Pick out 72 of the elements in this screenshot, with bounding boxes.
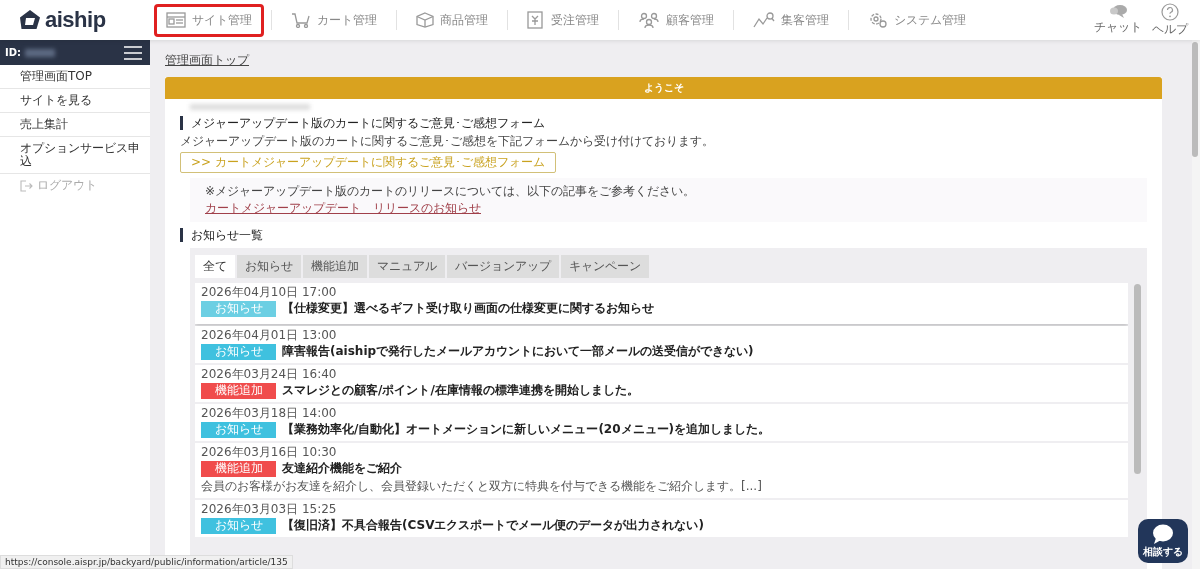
sidebar-item[interactable]: 管理画面TOP bbox=[0, 65, 150, 89]
help-button[interactable]: ヘルプ bbox=[1152, 2, 1188, 38]
cart-icon bbox=[291, 12, 311, 28]
category-tag: お知らせ bbox=[201, 517, 276, 534]
speech-bubble-icon bbox=[1152, 523, 1174, 544]
news-row[interactable]: 2026年03月24日 16:40 機能追加 スマレジとの顧客/ポイント/在庫情報の標準連携を開始しました。 bbox=[195, 365, 1128, 402]
release-article-link[interactable]: カートメジャーアップデート リリースのお知らせ bbox=[205, 200, 481, 217]
section-heading: メジャーアップデート版のカートに関するご意見･ご感想フォーム bbox=[180, 116, 1147, 130]
news-title: 【仕様変更】選べるギフト受け取り画面の仕様変更に関するお知らせ bbox=[282, 300, 654, 317]
nav-tab[interactable]: 顧客管理 bbox=[626, 3, 726, 37]
sidebar-item[interactable]: オプションサービス申込 bbox=[0, 137, 150, 174]
sidebar-item[interactable]: 売上集計 bbox=[0, 113, 150, 137]
consult-chat-button[interactable]: 相談する bbox=[1138, 519, 1188, 563]
description-text: メジャーアップデート版のカートに関するご意見･ご感想を下記フォームから受け付けております。 bbox=[180, 133, 715, 150]
breadcrumb-link[interactable]: 管理画面トップ bbox=[165, 52, 249, 69]
news-title: スマレジとの顧客/ポイント/在庫情報の標準連携を開始しました。 bbox=[282, 382, 639, 399]
nav-tab[interactable]: カート管理 bbox=[279, 3, 389, 37]
news-title: 友達紹介機能をご紹介 bbox=[282, 460, 402, 477]
news-row[interactable]: 2026年03月18日 14:00 お知らせ 【業務効率化/自動化】オートメーションに新しいメニュー(20メニュー)を追加しました。 bbox=[195, 404, 1128, 441]
line-chart-magnifier-icon bbox=[753, 11, 775, 29]
category-tab[interactable]: マニュアル bbox=[369, 255, 445, 278]
news-row[interactable]: 2026年03月16日 10:30 機能追加 友達紹介機能をご紹介 会員のお客様がお友達を紹介し、会員登録いただくと双方に特典を付与できる機能をご紹介します。[...] bbox=[195, 443, 1128, 498]
news-date: 2026年04月10日 17:00 bbox=[201, 285, 338, 299]
status-bar-url: https://console.aispr.jp/backyard/public/information/article/135 bbox=[0, 555, 293, 569]
box-icon bbox=[416, 12, 434, 28]
browser-window-icon bbox=[166, 12, 186, 28]
news-row[interactable]: 2026年04月01日 13:00 お知らせ 障害報告(aishipで発行したメールアカウントにおいて一部メールの送受信ができない) bbox=[195, 326, 1128, 363]
category-tag: お知らせ bbox=[201, 421, 276, 438]
people-icon bbox=[638, 11, 660, 29]
sidebar-item[interactable]: サイトを見る bbox=[0, 89, 150, 113]
button-label: 相談する bbox=[1143, 544, 1183, 559]
news-row[interactable]: 2026年04月10日 17:00 お知らせ 【仕様変更】選べるギフト受け取り画面の仕様変更に関するお知らせ bbox=[195, 283, 1128, 324]
category-tab[interactable]: キャンペーン bbox=[561, 255, 649, 278]
nav-tab[interactable]: サイト管理 bbox=[154, 3, 264, 37]
category-tag: お知らせ bbox=[201, 300, 276, 317]
news-date: 2026年04月01日 13:00 bbox=[201, 328, 338, 342]
exit-icon bbox=[20, 179, 33, 192]
news-date: 2026年03月18日 14:00 bbox=[201, 406, 338, 420]
category-tab[interactable]: 全て bbox=[195, 255, 235, 278]
news-date: 2026年03月16日 10:30 bbox=[201, 445, 338, 459]
pentagon-logo-icon bbox=[18, 8, 42, 32]
nav-tab[interactable]: 受注管理 bbox=[515, 3, 611, 37]
news-date: 2026年03月24日 16:40 bbox=[201, 367, 338, 381]
section-heading: お知らせ一覧 bbox=[180, 228, 1147, 242]
news-title: 障害報告(aishipで発行したメールアカウントにおいて一部メールの送受信ができない) bbox=[282, 343, 754, 360]
blurred-id bbox=[25, 48, 56, 57]
page-scrollbar-thumb[interactable] bbox=[1192, 42, 1198, 157]
speech-bubbles-icon bbox=[1108, 2, 1128, 19]
category-tab[interactable]: お知らせ bbox=[237, 255, 301, 278]
notice-text: ※メジャーアップデート版のカートのリリースについては、以下の記事をご参考ください。 bbox=[205, 183, 696, 200]
news-title: 【復旧済】不具合報告(CSVエクスポートでメール便のデータが出力されない) bbox=[282, 517, 704, 534]
menu-icon[interactable] bbox=[124, 45, 142, 60]
gear-icon bbox=[868, 11, 888, 29]
help-icon bbox=[1161, 2, 1179, 21]
nav-tab[interactable]: システム管理 bbox=[856, 3, 978, 37]
news-row[interactable]: 2026年03月03日 15:25 お知らせ 【復旧済】不具合報告(CSVエクスポートでメール便のデータが出力されない) bbox=[195, 500, 1128, 537]
nav-tab[interactable]: 集客管理 bbox=[741, 3, 841, 37]
category-tag: 機能追加 bbox=[201, 460, 276, 477]
category-tab[interactable]: 機能追加 bbox=[303, 255, 367, 278]
nav-tab[interactable]: 商品管理 bbox=[404, 3, 500, 37]
news-title: 【業務効率化/自動化】オートメーションに新しいメニュー(20メニュー)を追加しました。 bbox=[282, 421, 771, 438]
scrollbar-thumb[interactable] bbox=[1134, 284, 1141, 474]
news-summary: 会員のお客様がお友達を紹介し、会員登録いただくと双方に特典を付与できる機能をご紹介します。[...] bbox=[201, 478, 763, 495]
chat-button[interactable]: チャット bbox=[1094, 2, 1142, 38]
category-tab[interactable]: バージョンアップ bbox=[447, 255, 559, 278]
category-tag: お知らせ bbox=[201, 343, 276, 360]
account-id-label: ID: bbox=[5, 47, 22, 58]
welcome-title-bar: ようこそ bbox=[165, 77, 1162, 99]
logo-wordmark[interactable]: aiship bbox=[45, 7, 106, 33]
news-date: 2026年03月03日 15:25 bbox=[201, 502, 338, 516]
receipt-icon bbox=[527, 11, 545, 29]
category-tag: 機能追加 bbox=[201, 382, 276, 399]
